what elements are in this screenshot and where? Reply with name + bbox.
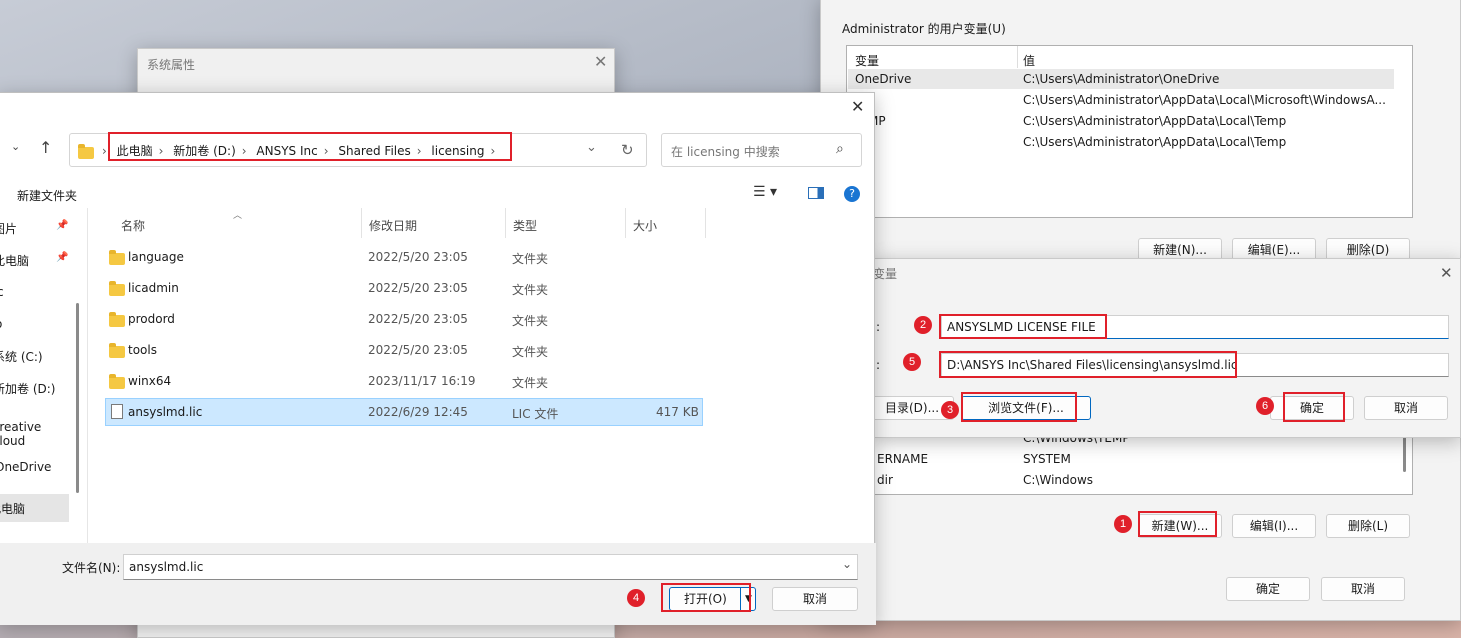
folder-icon: [109, 249, 125, 265]
col-header-date[interactable]: 修改日期: [369, 217, 417, 234]
table-row[interactable]: language 2022/5/20 23:05 文件夹: [103, 242, 703, 272]
file-list-header: 名称 ︿ 修改日期 类型 大小: [103, 208, 707, 238]
close-icon[interactable]: ✕: [1440, 264, 1453, 282]
var-name-label: :: [876, 320, 881, 334]
folder-icon: [109, 311, 125, 327]
folder-icon: [109, 280, 125, 296]
system-edit-button[interactable]: 编辑(I)...: [1232, 514, 1316, 538]
var-value-input[interactable]: D:\ANSYS Inc\Shared Files\licensing\ansy…: [941, 353, 1449, 377]
search-box[interactable]: 在 licensing 中搜索 ⌕: [661, 133, 862, 167]
breadcrumb-item[interactable]: licensing: [431, 144, 484, 158]
breadcrumb-item[interactable]: Shared Files: [338, 144, 410, 158]
sidebar-item[interactable]: 图片: [0, 220, 17, 237]
breadcrumb-item[interactable]: 新加卷 (D:): [173, 144, 235, 158]
step-badge: 1: [1114, 515, 1132, 533]
open-button[interactable]: 打开(O) ▼: [669, 587, 756, 611]
list-item[interactable]: MP C:\Users\Administrator\AppData\Local\…: [848, 111, 1394, 131]
close-icon[interactable]: ✕: [851, 97, 864, 116]
dialog-title: 变量: [873, 267, 898, 281]
chevron-down-icon[interactable]: ⌄: [842, 557, 852, 571]
refresh-icon[interactable]: ↻: [621, 141, 634, 159]
sidebar-item[interactable]: OneDrive: [0, 460, 51, 474]
preview-pane-icon[interactable]: [808, 187, 824, 199]
list-item[interactable]: OneDrive C:\Users\Administrator\OneDrive: [848, 69, 1394, 89]
col-header-size[interactable]: 大小: [633, 217, 657, 234]
scrollbar[interactable]: [1403, 432, 1406, 472]
sidebar-scrollbar[interactable]: [76, 303, 79, 493]
sidebar-item[interactable]: 此电脑: [0, 252, 29, 269]
newvar-cancel-button[interactable]: 取消: [1364, 396, 1448, 420]
step-badge: 6: [1256, 397, 1274, 415]
sidebar-item[interactable]: 新加卷 (D:): [0, 380, 55, 397]
search-input[interactable]: 在 licensing 中搜索: [671, 143, 780, 160]
env-cancel-button[interactable]: 取消: [1321, 577, 1405, 601]
user-vars-list[interactable]: 变量 值 OneDrive C:\Users\Administrator\One…: [846, 45, 1413, 218]
table-row[interactable]: licadmin 2022/5/20 23:05 文件夹: [103, 273, 703, 303]
step-badge: 5: [903, 353, 921, 371]
col-header-val[interactable]: 值: [1023, 52, 1035, 69]
step-badge: 4: [627, 589, 645, 607]
breadcrumb-item[interactable]: 此电脑: [117, 144, 153, 158]
nav-sidebar: 图片 📌 此电脑 📌 c o 系统 (C:) 新加卷 (D:) Creative…: [0, 208, 77, 538]
new-variable-dialog: 变量 ✕ : : ANSYSLMD LICENSE FILE D:\ANSYS …: [870, 258, 1461, 438]
chevron-down-icon[interactable]: ⌄: [586, 140, 597, 155]
col-header-type[interactable]: 类型: [513, 217, 537, 234]
up-arrow-icon[interactable]: ↑: [39, 138, 52, 157]
col-header-name[interactable]: 名称: [121, 217, 145, 234]
step-badge: 3: [941, 401, 959, 419]
browse-file-button[interactable]: 浏览文件(F)...: [961, 396, 1091, 420]
table-row[interactable]: prodord 2022/5/20 23:05 文件夹: [103, 304, 703, 334]
file-open-dialog: ✕ ⌄ ↑ › 此电脑 › 新加卷 (D:) › ANSYS Inc › Shared…: [0, 92, 876, 625]
sidebar-item[interactable]: c: [0, 285, 4, 299]
env-ok-button[interactable]: 确定: [1226, 577, 1310, 601]
sidebar-item[interactable]: Creative Cloud: [0, 420, 77, 448]
dialog-footer: 文件名(N): ansyslmd.lic ⌄ 打开(O) ▼ 取消: [0, 543, 876, 625]
pin-icon: 📌: [56, 220, 69, 231]
system-delete-button[interactable]: 删除(L): [1326, 514, 1410, 538]
search-icon[interactable]: ⌕: [836, 141, 844, 157]
new-folder-button[interactable]: 新建文件夹: [17, 187, 77, 204]
help-icon[interactable]: ?: [844, 186, 860, 202]
cancel-button[interactable]: 取消: [772, 587, 858, 611]
dropdown-arrow-icon[interactable]: ▼: [740, 588, 756, 610]
list-item[interactable]: h C:\Users\Administrator\AppData\Local\M…: [848, 90, 1394, 110]
filename-input[interactable]: ansyslmd.lic: [123, 554, 858, 580]
col-header-var[interactable]: 变量: [855, 52, 879, 69]
breadcrumb: › 此电脑 › 新加卷 (D:) › ANSYS Inc › Shared Files…: [102, 144, 496, 158]
newvar-ok-button[interactable]: 确定: [1270, 396, 1354, 420]
sidebar-item[interactable]: o: [0, 317, 2, 331]
step-badge: 2: [914, 316, 932, 334]
folder-icon: [78, 143, 94, 159]
address-bar[interactable]: › 此电脑 › 新加卷 (D:) › ANSYS Inc › Shared Files…: [69, 133, 647, 167]
back-chevron-icon[interactable]: ⌄: [11, 140, 20, 153]
close-icon[interactable]: ✕: [594, 52, 607, 71]
table-row-selected[interactable]: ansyslmd.lic 2022/6/29 12:45 LIC 文件 417 …: [105, 398, 703, 426]
folder-icon: [109, 373, 125, 389]
var-value-label: :: [876, 358, 881, 372]
filename-label: 文件名(N):: [62, 561, 121, 575]
sidebar-item[interactable]: 系统 (C:): [0, 348, 43, 365]
folder-icon: [109, 342, 125, 358]
breadcrumb-item[interactable]: ANSYS Inc: [256, 144, 317, 158]
user-vars-group-label: Administrator 的用户变量(U): [842, 22, 1006, 36]
table-row[interactable]: winx64 2023/11/17 16:19 文件夹: [103, 366, 703, 396]
pin-icon: 📌: [56, 252, 69, 263]
sort-asc-icon[interactable]: ︿: [233, 208, 242, 221]
file-icon: [111, 404, 123, 419]
view-options-icon[interactable]: ☰ ▾: [753, 184, 777, 200]
window-title: 系统属性: [147, 58, 196, 72]
table-row[interactable]: tools 2022/5/20 23:05 文件夹: [103, 335, 703, 365]
sidebar-item-selected[interactable]: 此电脑: [0, 494, 69, 522]
list-item[interactable]: p C:\Users\Administrator\AppData\Local\T…: [848, 132, 1394, 152]
var-name-input[interactable]: ANSYSLMD LICENSE FILE: [941, 315, 1449, 339]
system-new-button[interactable]: 新建(W)...: [1138, 514, 1222, 538]
